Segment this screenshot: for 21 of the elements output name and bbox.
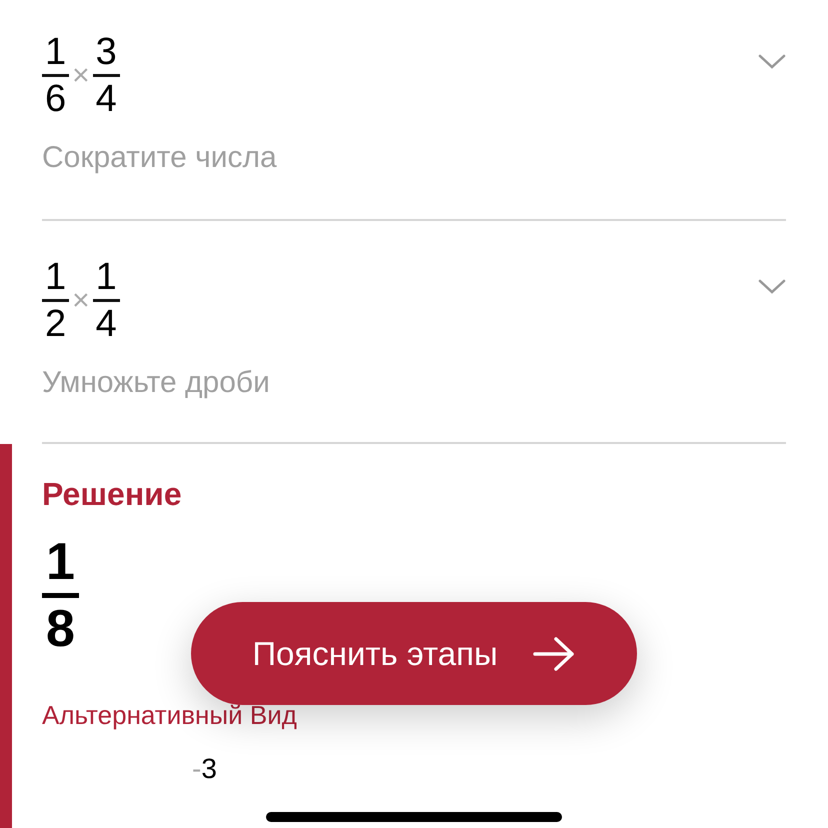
times-sign: × — [72, 58, 90, 92]
arrow-right-icon — [532, 636, 576, 672]
chevron-down-icon[interactable] — [758, 54, 786, 70]
exponent: 3 — [201, 753, 217, 784]
minus-sign: - — [192, 753, 202, 784]
chevron-down-icon[interactable] — [758, 279, 786, 295]
step-caption: Умножьте дроби — [42, 366, 271, 400]
denominator: 8 — [46, 599, 75, 660]
denominator: 2 — [45, 302, 66, 346]
numerator: 3 — [92, 30, 120, 77]
numerator: 1 — [42, 531, 79, 598]
denominator: 6 — [45, 77, 66, 121]
denominator: 4 — [96, 302, 117, 346]
numerator: 1 — [92, 255, 120, 302]
explain-steps-button[interactable]: Пояснить этапы — [191, 602, 637, 705]
step-caption: Сократите числа — [42, 141, 278, 175]
numerator: 1 — [42, 30, 70, 77]
times-sign: × — [72, 284, 90, 318]
numerator: 1 — [42, 255, 70, 302]
denominator: 4 — [96, 77, 117, 121]
solution-heading: Решение — [42, 476, 183, 513]
